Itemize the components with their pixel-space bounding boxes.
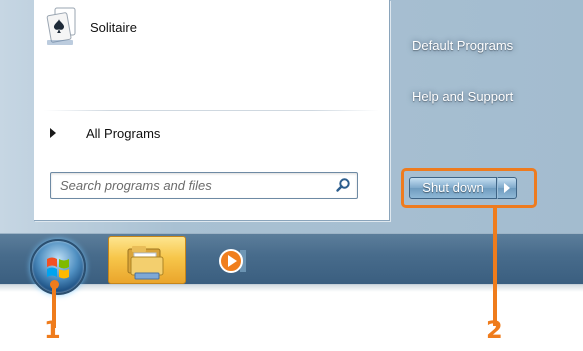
solitaire-icon [46,7,76,45]
expand-arrow-icon [50,128,56,138]
program-label: Solitaire [90,20,137,35]
windows-logo-icon [47,257,69,279]
media-player-icon[interactable] [218,246,248,276]
shutdown-callout-frame: Shut down [401,168,537,208]
taskbar-item-windows-explorer[interactable] [108,236,186,284]
search-box [50,172,358,199]
program-item-solitaire[interactable]: Solitaire [46,6,346,52]
all-programs-item[interactable]: All Programs [50,122,350,144]
shutdown-button[interactable]: Shut down [409,177,497,199]
programs-pane: Solitaire All Programs [34,0,390,221]
callout-number-1: 1 [44,316,61,344]
all-programs-label: All Programs [86,125,161,141]
divider [44,110,379,111]
callout-number-2: 2 [486,316,503,344]
help-and-support-link[interactable]: Help and Support [412,89,513,104]
search-icon[interactable] [335,177,351,193]
callout-2-line [493,208,497,326]
search-input[interactable] [51,173,330,198]
shutdown-options-arrow-icon[interactable] [497,177,517,199]
default-programs-link[interactable]: Default Programs [412,38,513,53]
start-menu: Solitaire All Programs Default Programs … [0,0,583,233]
folder-icon [127,246,164,280]
desktop-screenshot: Solitaire All Programs Default Programs … [0,0,583,351]
